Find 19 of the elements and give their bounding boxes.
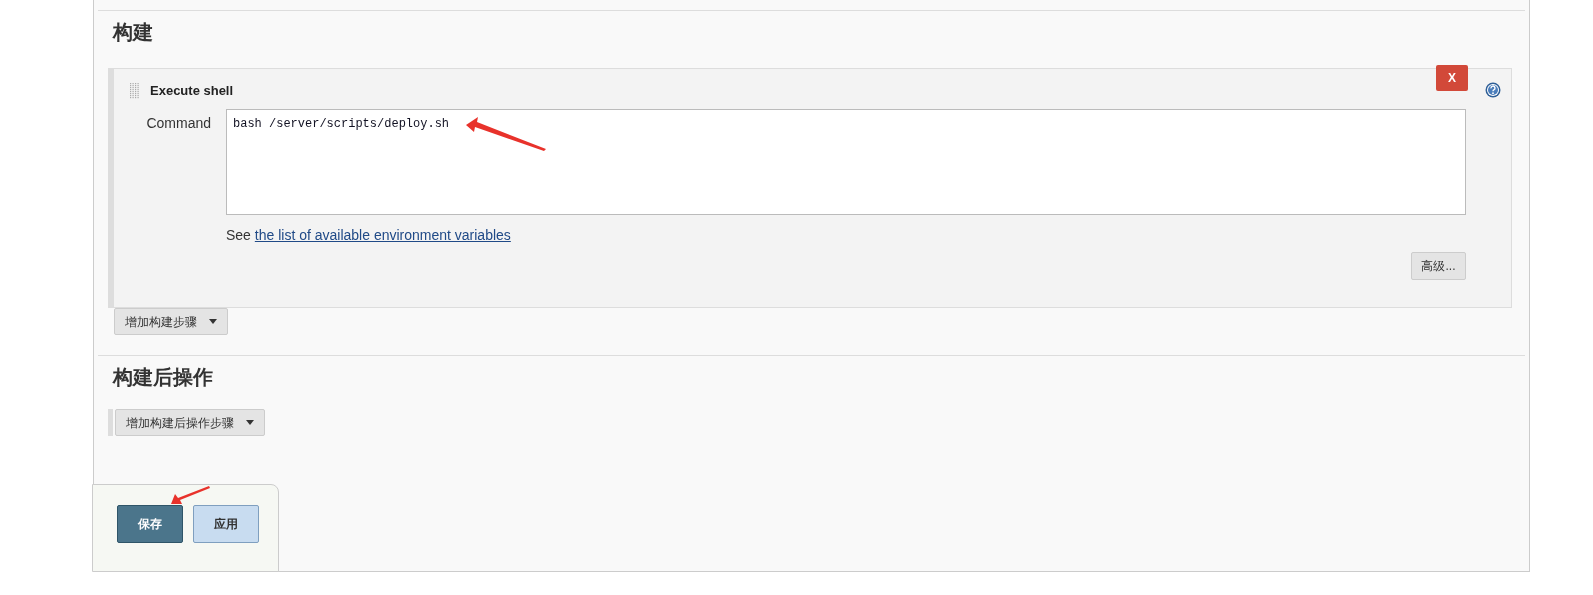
help-icon[interactable] bbox=[1485, 82, 1501, 98]
drag-handle-icon[interactable] bbox=[130, 82, 140, 99]
dropdown-button[interactable]: 增加构建步骤 bbox=[114, 308, 228, 335]
section-title: 构建 bbox=[113, 20, 154, 44]
apply-button[interactable]: 应用 bbox=[193, 505, 259, 543]
command-field[interactable]: bash /server/scripts/deploy.sh bbox=[226, 108, 1466, 215]
indent-bar bbox=[108, 409, 113, 436]
advanced-button[interactable]: 高级... bbox=[1411, 252, 1466, 280]
save-button[interactable]: 保存 bbox=[117, 505, 183, 543]
step-title: Execute shell bbox=[150, 82, 234, 100]
caret-icon bbox=[209, 319, 217, 324]
dropdown-button[interactable]: 增加构建后操作步骤 bbox=[115, 409, 265, 436]
caret-icon bbox=[246, 420, 254, 425]
arrow-annotation bbox=[171, 486, 211, 506]
delete-button[interactable]: X bbox=[1436, 65, 1468, 91]
section-title: 构建后操作 bbox=[113, 365, 214, 389]
hint-text: See the list of available environment variables bbox=[226, 225, 512, 245]
field-label: Command bbox=[145, 113, 212, 133]
env-variables-link[interactable]: the list of available environment variables bbox=[254, 226, 511, 243]
